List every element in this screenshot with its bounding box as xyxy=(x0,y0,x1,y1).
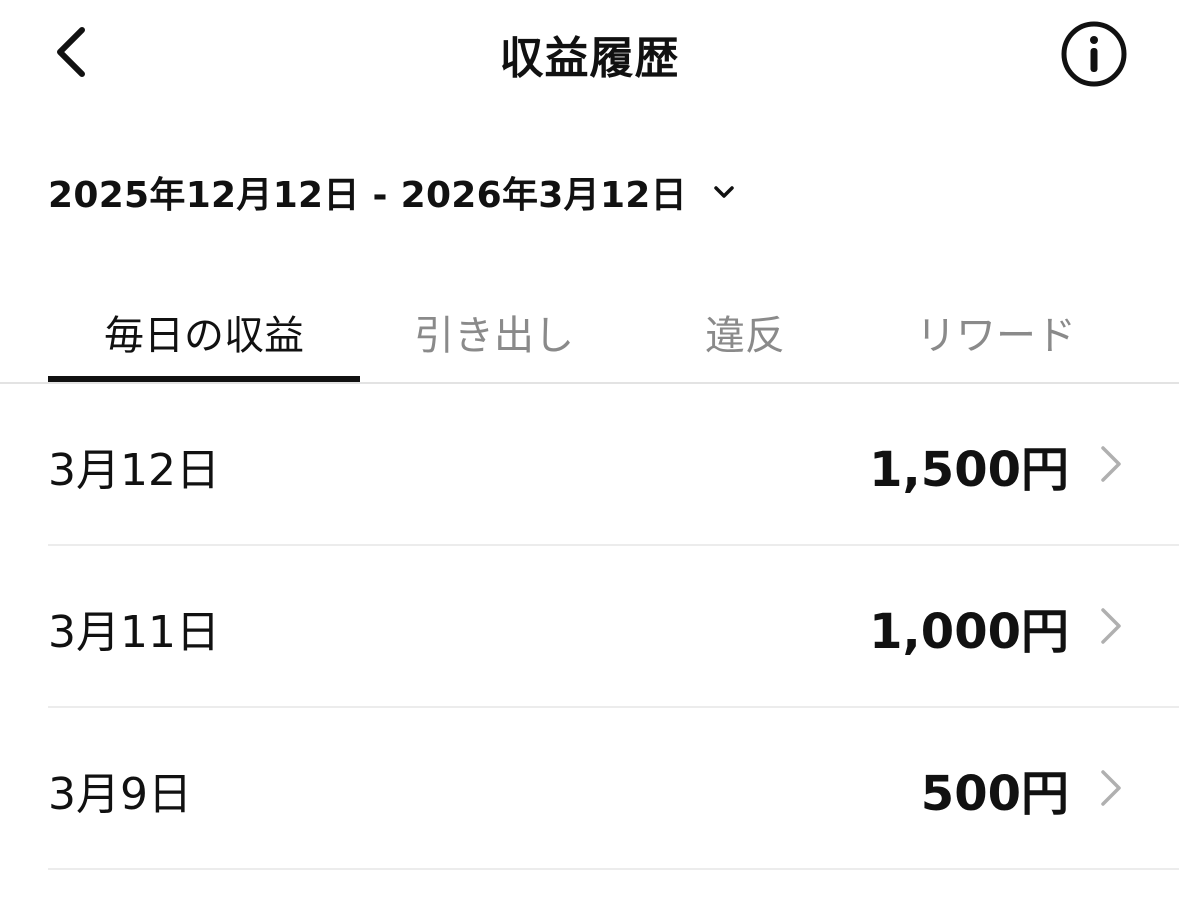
list-item[interactable]: 3月12日 1,500円 xyxy=(48,384,1179,546)
date-range-selector[interactable]: 2025年12月12日 - 2026年3月12日 xyxy=(48,162,735,222)
chevron-right-icon xyxy=(1095,604,1127,648)
earning-date: 3月12日 xyxy=(48,445,220,496)
tab-withdrawals[interactable]: 引き出し xyxy=(360,282,628,382)
earning-amount: 1,000円 xyxy=(869,604,1069,660)
list-item[interactable]: 3月9日 500円 xyxy=(48,708,1179,870)
active-tab-indicator xyxy=(48,376,360,382)
tab-bar: 毎日の収益 引き出し 違反 リワード xyxy=(0,282,1179,384)
chevron-down-icon xyxy=(713,185,735,199)
chevron-right-icon xyxy=(1095,442,1127,486)
tab-violations[interactable]: 違反 xyxy=(628,282,862,382)
earning-date: 3月11日 xyxy=(48,607,220,658)
tab-daily-earnings[interactable]: 毎日の収益 xyxy=(48,282,360,382)
earning-amount: 500円 xyxy=(920,766,1069,822)
list-item[interactable]: 3月11日 1,000円 xyxy=(48,546,1179,708)
page-title: 収益履歴 xyxy=(499,33,680,84)
earnings-list: 3月12日 1,500円 3月11日 1,000円 3月9日 500円 xyxy=(48,384,1179,870)
info-circle-icon xyxy=(1061,21,1127,87)
date-range-label: 2025年12月12日 - 2026年3月12日 xyxy=(48,175,687,216)
chevron-right-icon xyxy=(1095,766,1127,810)
earning-date: 3月9日 xyxy=(48,769,192,820)
info-button[interactable] xyxy=(1058,20,1130,88)
app-header: 収益履歴 xyxy=(0,0,1179,110)
tab-rewards[interactable]: リワード xyxy=(862,282,1130,382)
earning-amount: 1,500円 xyxy=(869,442,1069,498)
